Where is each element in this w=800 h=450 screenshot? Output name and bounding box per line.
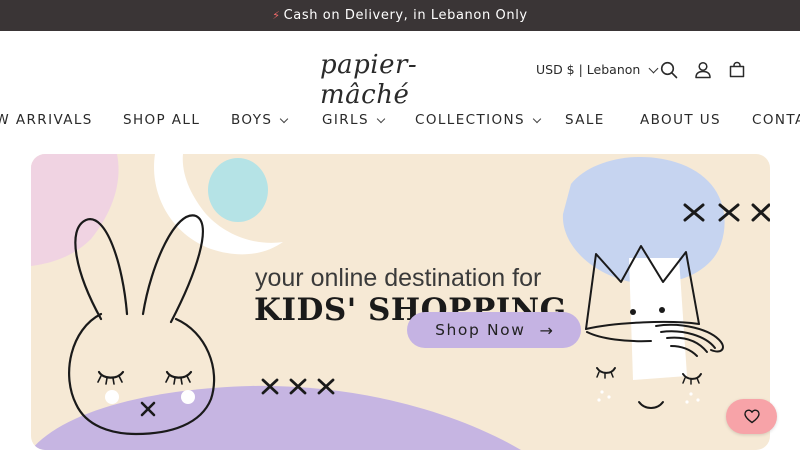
currency-label: USD $ | Lebanon	[536, 62, 641, 77]
nav-item-sale[interactable]: SALE	[565, 112, 605, 128]
hero-tagline: your online destination for	[255, 264, 542, 292]
search-icon	[660, 61, 678, 79]
main-nav: NEW ARRIVALS SHOP ALL BOYS GIRLS COLLECT…	[0, 108, 800, 134]
nav-item-girls[interactable]: GIRLS	[322, 112, 386, 128]
shop-now-button[interactable]: Shop Now →	[407, 312, 581, 348]
announcement-bar: ⚡ Cash on Delivery, in Lebanon Only	[0, 0, 800, 31]
nav-item-collections[interactable]: COLLECTIONS	[415, 112, 542, 128]
currency-selector[interactable]: USD $ | Lebanon	[536, 62, 659, 77]
nav-item-new-arrivals[interactable]: NEW ARRIVALS	[0, 112, 93, 128]
cart-icon	[729, 61, 745, 78]
hero-banner[interactable]: your online destination for KIDS' SHOPPI…	[31, 154, 770, 450]
chevron-down-icon	[532, 114, 542, 124]
chevron-down-icon	[376, 114, 386, 124]
cart-button[interactable]	[726, 59, 748, 81]
arrow-right-icon: →	[539, 320, 553, 340]
account-button[interactable]	[692, 59, 714, 81]
lightning-icon: ⚡	[272, 9, 281, 22]
shop-now-label: Shop Now	[435, 321, 526, 339]
heart-icon	[743, 409, 760, 424]
account-icon	[695, 61, 711, 79]
store-logo[interactable]: papier-mâché	[320, 50, 480, 110]
chevron-down-icon	[280, 114, 289, 124]
nav-item-contact[interactable]: CONTACT	[752, 112, 800, 128]
announcement-text: Cash on Delivery, in Lebanon Only	[283, 8, 528, 23]
search-button[interactable]	[658, 59, 680, 81]
nav-item-shop-all[interactable]: SHOP ALL	[123, 112, 200, 128]
nav-item-boys[interactable]: BOYS	[231, 112, 289, 128]
wishlist-button[interactable]	[726, 399, 777, 434]
nav-item-about-us[interactable]: ABOUT US	[640, 112, 721, 128]
